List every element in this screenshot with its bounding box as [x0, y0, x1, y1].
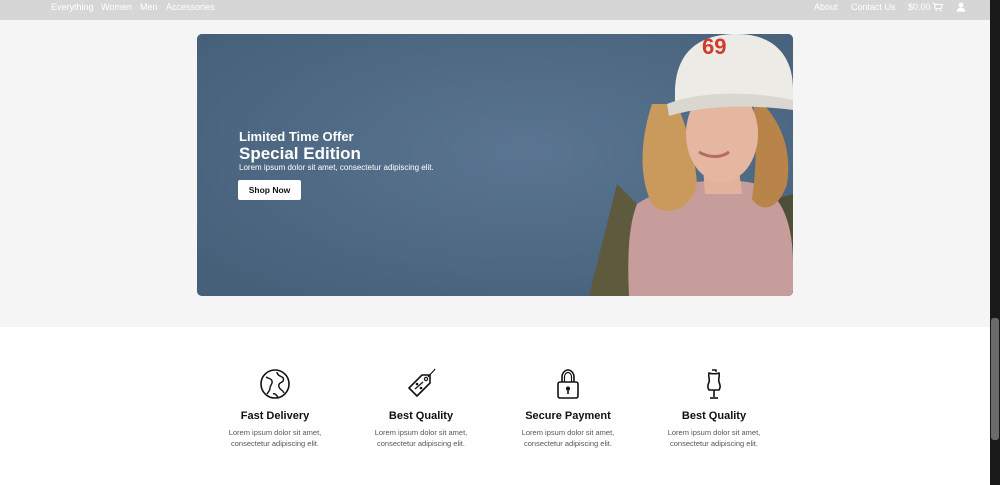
feature-desc-line1: Lorem ipsum dolor sit amet, [374, 428, 468, 437]
hero-banner: 69 Limited Time Offer Special Edition Lo… [197, 34, 793, 296]
cart-icon[interactable] [932, 2, 943, 12]
scrollbar-thumb[interactable] [991, 318, 999, 440]
cart-total[interactable]: $0.00 [908, 2, 931, 12]
svg-text:69: 69 [702, 34, 726, 59]
feature-title: Best Quality [388, 410, 454, 422]
user-icon[interactable] [956, 2, 966, 12]
padlock-icon [557, 369, 579, 399]
globe-icon [260, 369, 290, 399]
hero-kicker: Limited Time Offer [239, 129, 354, 144]
nav-link-accessories[interactable]: Accessories [166, 2, 215, 12]
feature-desc-line2: consectetur adipiscing elit. [524, 439, 612, 448]
feature-desc-line1: Lorem ipsum dolor sit amet, [667, 428, 761, 437]
hero-description: Lorem ipsum dolor sit amet, consectetur … [239, 163, 434, 172]
features-section: Fast Delivery Lorem ipsum dolor sit amet… [0, 327, 990, 485]
feature-title: Secure Payment [525, 410, 611, 422]
shop-now-button[interactable]: Shop Now [238, 180, 301, 200]
feature-desc-line2: consectetur adipiscing elit. [377, 439, 465, 448]
nav-link-women[interactable]: Women [101, 2, 132, 12]
price-tag-icon [408, 368, 436, 397]
nav-link-everything[interactable]: Everything [51, 2, 94, 12]
mannequin-icon [707, 369, 721, 399]
feature-secure-payment: Secure Payment Lorem ipsum dolor sit ame… [488, 367, 648, 449]
nav-link-men[interactable]: Men [140, 2, 158, 12]
feature-best-quality: Best Quality Lorem ipsum dolor sit amet,… [341, 367, 501, 449]
feature-title: Fast Delivery [240, 410, 310, 422]
feature-fast-delivery: Fast Delivery Lorem ipsum dolor sit amet… [195, 367, 355, 449]
feature-best-quality-2: Best Quality Lorem ipsum dolor sit amet,… [634, 367, 794, 449]
feature-title: Best Quality [681, 410, 747, 422]
feature-desc-line1: Lorem ipsum dolor sit amet, [228, 428, 322, 437]
feature-desc-line2: consectetur adipiscing elit. [231, 439, 319, 448]
nav-link-about[interactable]: About [814, 2, 838, 12]
feature-desc-line2: consectetur adipiscing elit. [670, 439, 758, 448]
top-nav: Everything Women Men Accessories About C… [0, 0, 990, 20]
hero-title: Special Edition [239, 144, 361, 163]
feature-desc-line1: Lorem ipsum dolor sit amet, [521, 428, 615, 437]
nav-link-contact[interactable]: Contact Us [851, 2, 896, 12]
